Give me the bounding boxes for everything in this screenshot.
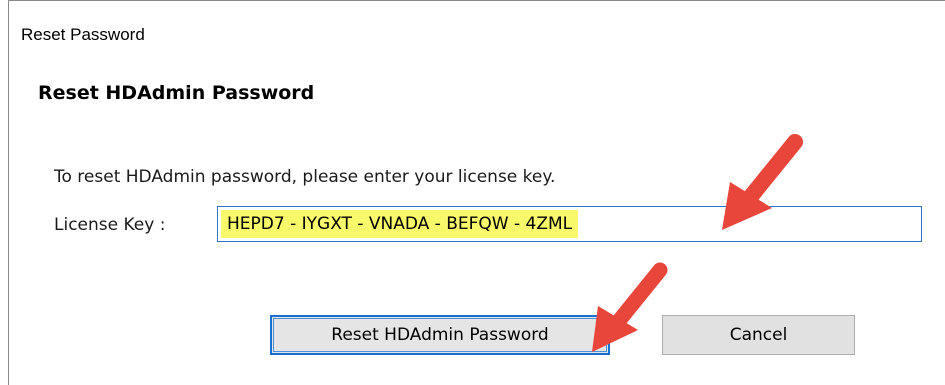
dialog-heading: Reset HDAdmin Password [38,82,315,104]
license-key-input[interactable]: HEPD7 - IYGXT - VNADA - BEFQW - 4ZML [217,206,922,242]
instruction-text: To reset HDAdmin password, please enter … [54,167,556,187]
cancel-button-label: Cancel [729,325,788,345]
reset-password-button-label: Reset HDAdmin Password [331,325,549,345]
title-bar[interactable]: Reset Password [9,1,945,65]
reset-password-window: Reset Password Reset HDAdmin Password To… [0,0,945,385]
license-key-value: HEPD7 - IYGXT - VNADA - BEFQW - 4ZML [221,210,579,238]
window-title: Reset Password [21,25,145,44]
license-key-label: License Key : [54,215,166,235]
reset-password-button[interactable]: Reset HDAdmin Password [270,315,610,355]
cancel-button[interactable]: Cancel [662,315,855,355]
